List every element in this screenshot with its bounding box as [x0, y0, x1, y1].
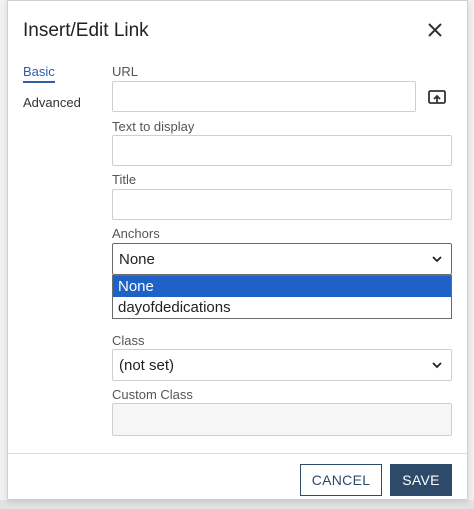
background-strip — [0, 500, 474, 509]
tab-list: Basic Advanced — [23, 63, 81, 122]
anchors-dropdown: None dayofdedications — [112, 275, 452, 319]
tab-basic[interactable]: Basic — [23, 64, 55, 83]
custom-class-label: Custom Class — [112, 387, 193, 402]
anchors-selected-value: None — [119, 250, 155, 268]
save-button[interactable]: SAVE — [390, 464, 452, 496]
url-label: URL — [112, 64, 139, 79]
anchors-label: Anchors — [112, 226, 160, 241]
cancel-button[interactable]: CANCEL — [300, 464, 382, 496]
anchors-select[interactable]: None — [112, 243, 452, 275]
chevron-down-icon — [432, 256, 442, 263]
tab-advanced[interactable]: Advanced — [23, 95, 81, 110]
class-label: Class — [112, 333, 145, 348]
anchors-option-none[interactable]: None — [113, 276, 451, 297]
browse-upload-icon — [428, 90, 446, 104]
dialog-title: Insert/Edit Link — [23, 20, 149, 41]
custom-class-input[interactable] — [112, 403, 452, 436]
class-selected-value: (not set) — [119, 356, 175, 374]
title-label: Title — [112, 172, 137, 187]
title-input[interactable] — [112, 189, 452, 220]
text-to-display-input[interactable] — [112, 135, 452, 166]
dialog-footer: CANCEL SAVE — [8, 453, 467, 501]
close-icon — [428, 23, 442, 37]
url-input[interactable] — [112, 81, 416, 112]
anchors-option-dayofdedications[interactable]: dayofdedications — [113, 297, 451, 318]
text-to-display-label: Text to display — [112, 119, 195, 134]
class-select[interactable]: (not set) — [112, 349, 452, 381]
chevron-down-icon — [432, 362, 442, 369]
close-button[interactable] — [425, 20, 445, 40]
browse-button[interactable] — [426, 87, 448, 109]
insert-edit-link-dialog: Insert/Edit Link Basic Advanced URL Text… — [7, 0, 468, 500]
